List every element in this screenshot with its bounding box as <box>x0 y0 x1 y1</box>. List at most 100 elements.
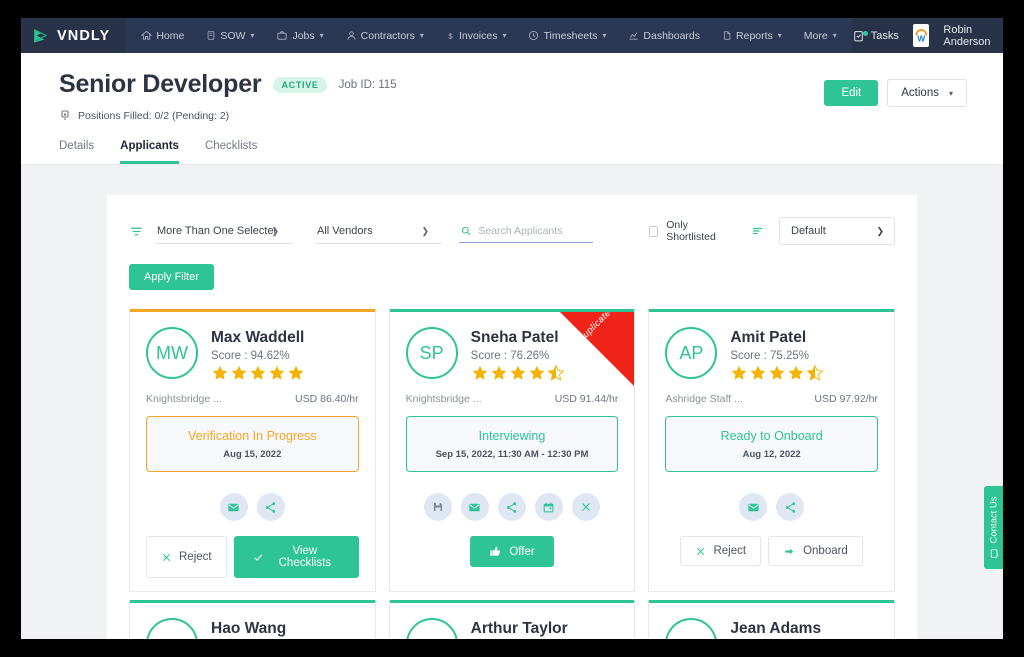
star-filled-icon <box>472 365 488 380</box>
schedule-button[interactable] <box>534 493 563 521</box>
edit-button[interactable]: Edit <box>824 80 879 106</box>
status-filter-select[interactable]: More Than One Selected <box>155 218 293 244</box>
status-box: Verification In Progress Aug 15, 2022 <box>146 416 359 472</box>
nav-label: Contractors <box>360 29 415 42</box>
only-shortlisted-toggle[interactable]: Only Shortlisted <box>648 219 730 243</box>
app-viewport: VNDLY Home SOW ▾ Jobs ▾ Contractors ▾ $ … <box>21 18 1003 639</box>
nav-item-dashboards[interactable]: Dashboards <box>617 18 711 53</box>
filter-bar: More Than One Selected ❯ All Vendors ❯ S… <box>129 217 895 245</box>
close-button[interactable] <box>571 493 600 521</box>
share-button[interactable] <box>256 493 285 521</box>
search-wrap <box>459 220 593 243</box>
tab-details[interactable]: Details <box>59 140 94 164</box>
star-filled-icon <box>269 365 285 380</box>
share-button[interactable] <box>776 493 805 521</box>
tab-applicants[interactable]: Applicants <box>120 140 179 164</box>
filter-toggle-icon[interactable] <box>129 225 155 238</box>
positions-icon <box>61 110 69 120</box>
rating-stars <box>730 364 824 382</box>
applicant-card[interactable]: AP Amit Patel Score : 75.25% Ashridge St… <box>648 309 895 592</box>
nav-label: SOW <box>220 29 246 42</box>
status-date: Aug 12, 2022 <box>742 449 801 460</box>
email-button[interactable] <box>460 493 489 521</box>
applicant-info: Max Waddell Score : 94.62% <box>211 327 305 382</box>
svg-text:$: $ <box>448 31 453 40</box>
share-button[interactable] <box>497 493 526 521</box>
actions-button[interactable]: Actions ▾ <box>887 79 967 107</box>
button-label: Reject <box>179 551 212 563</box>
applicant-card[interactable]: Duplicate SP Sneha Patel Score : 76.26% … <box>388 309 636 592</box>
applicant-avatar: MW <box>146 327 198 379</box>
tasks-button[interactable]: Tasks <box>852 29 899 43</box>
chevron-down-icon: ▾ <box>419 31 424 40</box>
applicant-score: Score : 76.26% <box>470 350 550 362</box>
sort-select[interactable]: Default <box>780 218 894 244</box>
chevron-down-icon: ▾ <box>832 31 837 40</box>
brand-name: VNDLY <box>57 27 111 44</box>
nav-label: Reports <box>736 29 773 42</box>
svg-text:W: W <box>917 35 925 44</box>
nav-item-contractors[interactable]: Contractors ▾ <box>335 18 435 53</box>
calendar-icon <box>544 502 554 512</box>
only-shortlisted-checkbox[interactable] <box>648 225 659 237</box>
apply-filter-button[interactable]: Apply Filter <box>129 264 215 290</box>
nav-item-more[interactable]: More ▾ <box>793 18 848 53</box>
reject-button[interactable]: Reject <box>146 536 227 578</box>
nav-item-timesheets[interactable]: Timesheets ▾ <box>517 18 617 53</box>
email-button[interactable] <box>739 493 768 521</box>
nav-item-home[interactable]: Home <box>130 18 195 53</box>
card-header: HW Hao Wang <box>146 618 359 639</box>
onboard-button[interactable]: Onboard <box>768 536 863 566</box>
nav-item-invoices[interactable]: $ Invoices ▾ <box>435 18 518 53</box>
content-area: More Than One Selected ❯ All Vendors ❯ S… <box>21 165 1003 639</box>
avatar[interactable]: W <box>912 24 930 47</box>
brand-logo-group[interactable]: VNDLY <box>31 26 126 45</box>
share-icon <box>507 501 517 513</box>
dollar-icon: $ <box>448 31 453 40</box>
page-header: Senior Developer ACTIVE Job ID: 115 Posi… <box>21 53 1003 165</box>
reject-button[interactable]: Reject <box>680 536 762 566</box>
vendor-filter-select[interactable]: All Vendors <box>315 218 443 244</box>
applicant-meta: Ashridge Staff ... USD 97.92/hr <box>665 393 878 405</box>
email-icon <box>228 503 239 511</box>
view-checklists-button[interactable]: View Checklists <box>233 536 359 578</box>
applicant-score: Score : 75.25% <box>730 350 809 362</box>
search-input[interactable] <box>478 224 591 237</box>
briefcase-icon <box>277 31 287 40</box>
email-button[interactable] <box>219 493 248 521</box>
nav-item-reports[interactable]: Reports ▾ <box>711 18 793 53</box>
applicant-info: Hao Wang <box>211 618 286 638</box>
contact-us-tab[interactable]: Contact Us <box>984 486 1003 569</box>
nav-item-sow[interactable]: SOW ▾ <box>195 18 265 53</box>
applicant-avatar: JA <box>665 618 718 639</box>
applicant-card[interactable]: MW Max Waddell Score : 94.62% Knightsbri… <box>129 309 376 592</box>
user-menu[interactable]: Robin Anderson ▾ <box>943 24 1003 48</box>
offer-button[interactable]: Offer <box>470 536 554 567</box>
x-icon <box>162 553 171 561</box>
check-icon <box>253 554 262 561</box>
applicants-panel: More Than One Selected ❯ All Vendors ❯ S… <box>107 195 917 639</box>
applicant-card[interactable]: AT Arthur Taylor <box>388 600 636 639</box>
button-label: Onboard <box>803 545 848 557</box>
chat-icon <box>989 549 998 558</box>
chevron-down-icon: ▾ <box>948 88 953 98</box>
applicant-avatar: SP <box>405 327 458 379</box>
bill-rate: USD 97.92/hr <box>814 393 878 405</box>
status-box: Interviewing Sep 15, 2022, 11:30 AM - 12… <box>405 416 619 472</box>
chevron-down-icon: ▾ <box>502 31 507 40</box>
applicant-meta: Knightsbridge ... USD 86.40/hr <box>146 393 359 405</box>
sort-toggle-icon[interactable] <box>750 225 765 237</box>
applicant-card[interactable]: JA Jean Adams <box>648 600 895 639</box>
contact-us-inner: Contact Us <box>988 497 999 559</box>
applicant-avatar: AT <box>405 618 458 639</box>
status-title: Verification In Progress <box>188 429 317 443</box>
status-date: Sep 15, 2022, 11:30 AM - 12:30 PM <box>435 449 589 460</box>
page-title: Senior Developer <box>59 70 262 98</box>
tab-checklists[interactable]: Checklists <box>205 140 257 164</box>
applicant-name: Arthur Taylor <box>470 620 568 637</box>
save-button[interactable] <box>423 493 452 521</box>
applicant-card[interactable]: HW Hao Wang <box>129 600 376 639</box>
status-box: Ready to Onboard Aug 12, 2022 <box>665 416 878 472</box>
nav-item-jobs[interactable]: Jobs ▾ <box>265 18 334 53</box>
x-icon <box>697 547 705 555</box>
